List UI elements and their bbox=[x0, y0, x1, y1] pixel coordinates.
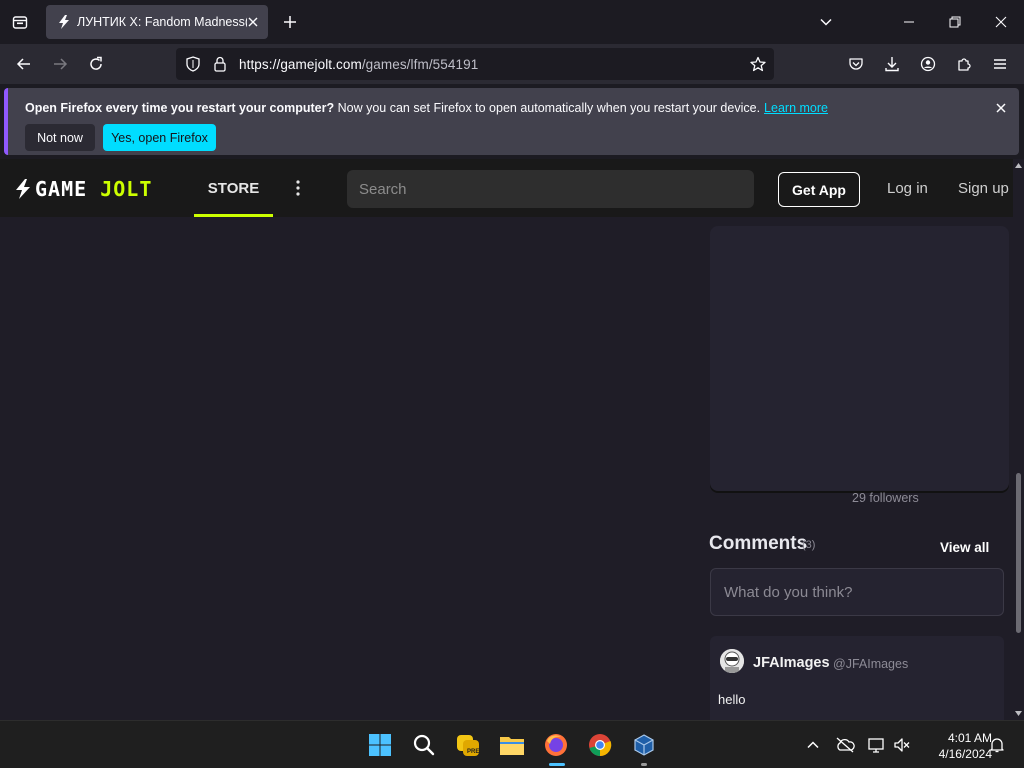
lock-icon[interactable] bbox=[213, 56, 227, 77]
downloads-icon[interactable] bbox=[878, 50, 906, 78]
scroll-up-arrow-icon bbox=[1015, 163, 1022, 168]
store-nav-link[interactable]: STORE bbox=[194, 159, 273, 217]
hamburger-menu-icon[interactable] bbox=[986, 50, 1014, 78]
notification-bell-icon[interactable] bbox=[987, 735, 1007, 755]
site-search-input[interactable] bbox=[347, 170, 754, 208]
reload-icon[interactable] bbox=[82, 50, 110, 78]
gamejolt-bolt-icon bbox=[16, 179, 30, 199]
url-bar[interactable]: https://gamejolt.com/games/lfm/554191 bbox=[176, 48, 774, 80]
browser-tab-bar: ЛУНТИК X: Fandom Madness( bbox=[0, 0, 1024, 44]
firefox-taskbar-icon[interactable] bbox=[540, 729, 572, 761]
notification-close-icon[interactable] bbox=[993, 100, 1009, 116]
bookmark-star-icon[interactable] bbox=[750, 56, 766, 77]
comment-text: hello bbox=[718, 692, 746, 707]
active-nav-underline bbox=[194, 214, 273, 217]
account-icon[interactable] bbox=[914, 50, 942, 78]
extensions-puzzle-icon[interactable] bbox=[950, 50, 978, 78]
comments-count: (3) bbox=[802, 539, 816, 551]
comment-author-handle[interactable]: @JFAImages bbox=[833, 657, 908, 671]
forward-arrow-icon[interactable] bbox=[46, 50, 74, 78]
comment-input[interactable] bbox=[710, 568, 1004, 616]
minimize-icon[interactable] bbox=[886, 0, 932, 44]
running-app-indicator bbox=[641, 763, 647, 766]
scrollbar-thumb[interactable] bbox=[1016, 473, 1021, 633]
windows-start-icon[interactable] bbox=[364, 729, 396, 761]
windows-taskbar: PRE 4:01 AM 4/16/2024 bbox=[0, 720, 1024, 768]
system-clock[interactable]: 4:01 AM 4/16/2024 bbox=[918, 730, 998, 762]
firefox-view-button[interactable] bbox=[6, 8, 34, 36]
followers-count[interactable]: 29 followers bbox=[852, 491, 919, 505]
active-app-indicator bbox=[549, 763, 565, 766]
restore-icon[interactable] bbox=[932, 0, 978, 44]
gamejolt-logo[interactable]: GAME JOLT bbox=[14, 177, 152, 201]
gamejolt-favicon-icon bbox=[56, 14, 72, 30]
firefox-view-icon bbox=[12, 16, 28, 29]
not-now-button[interactable]: Not now bbox=[25, 124, 95, 151]
active-tab[interactable]: ЛУНТИК X: Fandom Madness( bbox=[46, 5, 268, 39]
network-icon[interactable] bbox=[867, 735, 887, 755]
show-hidden-icons-chevron-icon[interactable] bbox=[803, 735, 823, 755]
more-options-icon[interactable] bbox=[290, 177, 306, 199]
learn-more-link[interactable]: Learn more bbox=[764, 101, 828, 115]
avatar[interactable] bbox=[720, 649, 744, 673]
comments-heading: Comments bbox=[709, 533, 808, 554]
tab-close-icon[interactable] bbox=[245, 14, 261, 30]
chrome-icon[interactable] bbox=[584, 729, 616, 761]
page-scrollbar[interactable] bbox=[1013, 159, 1024, 720]
list-all-tabs-chevron-icon[interactable] bbox=[814, 10, 838, 34]
clock-time: 4:01 AM bbox=[947, 731, 992, 745]
comment-author-name[interactable]: JFAImages bbox=[753, 655, 830, 671]
pocket-icon[interactable] bbox=[842, 50, 870, 78]
volume-muted-icon[interactable] bbox=[892, 735, 912, 755]
close-window-icon[interactable] bbox=[978, 0, 1024, 44]
get-app-button[interactable]: Get App bbox=[778, 172, 860, 207]
preview-app-icon[interactable]: PRE bbox=[452, 729, 484, 761]
tracking-protection-shield-icon[interactable] bbox=[185, 56, 201, 77]
notification-message: Open Firefox every time you restart your… bbox=[25, 101, 828, 115]
comment-item: JFAImages @JFAImages hello bbox=[710, 636, 1004, 720]
scroll-down-arrow-icon bbox=[1015, 711, 1022, 716]
store-label: STORE bbox=[207, 180, 260, 197]
back-arrow-icon[interactable] bbox=[10, 50, 38, 78]
game-media-card bbox=[710, 226, 1009, 491]
new-tab-plus-icon[interactable] bbox=[278, 10, 302, 34]
sign-up-link[interactable]: Sign up bbox=[958, 180, 1009, 197]
url-text: https://gamejolt.com/games/lfm/554191 bbox=[239, 57, 479, 72]
navigation-toolbar: https://gamejolt.com/games/lfm/554191 bbox=[0, 44, 1024, 84]
view-all-comments-button[interactable]: View all bbox=[940, 540, 989, 555]
webpage-content: GAME JOLT STORE Get App Log in Sign up 2… bbox=[0, 159, 1013, 720]
yes-open-firefox-button[interactable]: Yes, open Firefox bbox=[103, 124, 216, 151]
search-icon[interactable] bbox=[408, 729, 440, 761]
virtualbox-icon[interactable] bbox=[628, 729, 660, 761]
log-in-link[interactable]: Log in bbox=[887, 180, 928, 197]
clock-date: 4/16/2024 bbox=[938, 747, 992, 761]
svg-text:PRE: PRE bbox=[467, 749, 479, 755]
gamejolt-header: GAME JOLT STORE Get App Log in Sign up bbox=[0, 159, 1013, 217]
tab-title: ЛУНТИК X: Fandom Madness( bbox=[77, 15, 247, 29]
firefox-notification-bar: Open Firefox every time you restart your… bbox=[4, 88, 1019, 155]
file-explorer-icon[interactable] bbox=[496, 729, 528, 761]
onedrive-offline-icon[interactable] bbox=[835, 735, 855, 755]
